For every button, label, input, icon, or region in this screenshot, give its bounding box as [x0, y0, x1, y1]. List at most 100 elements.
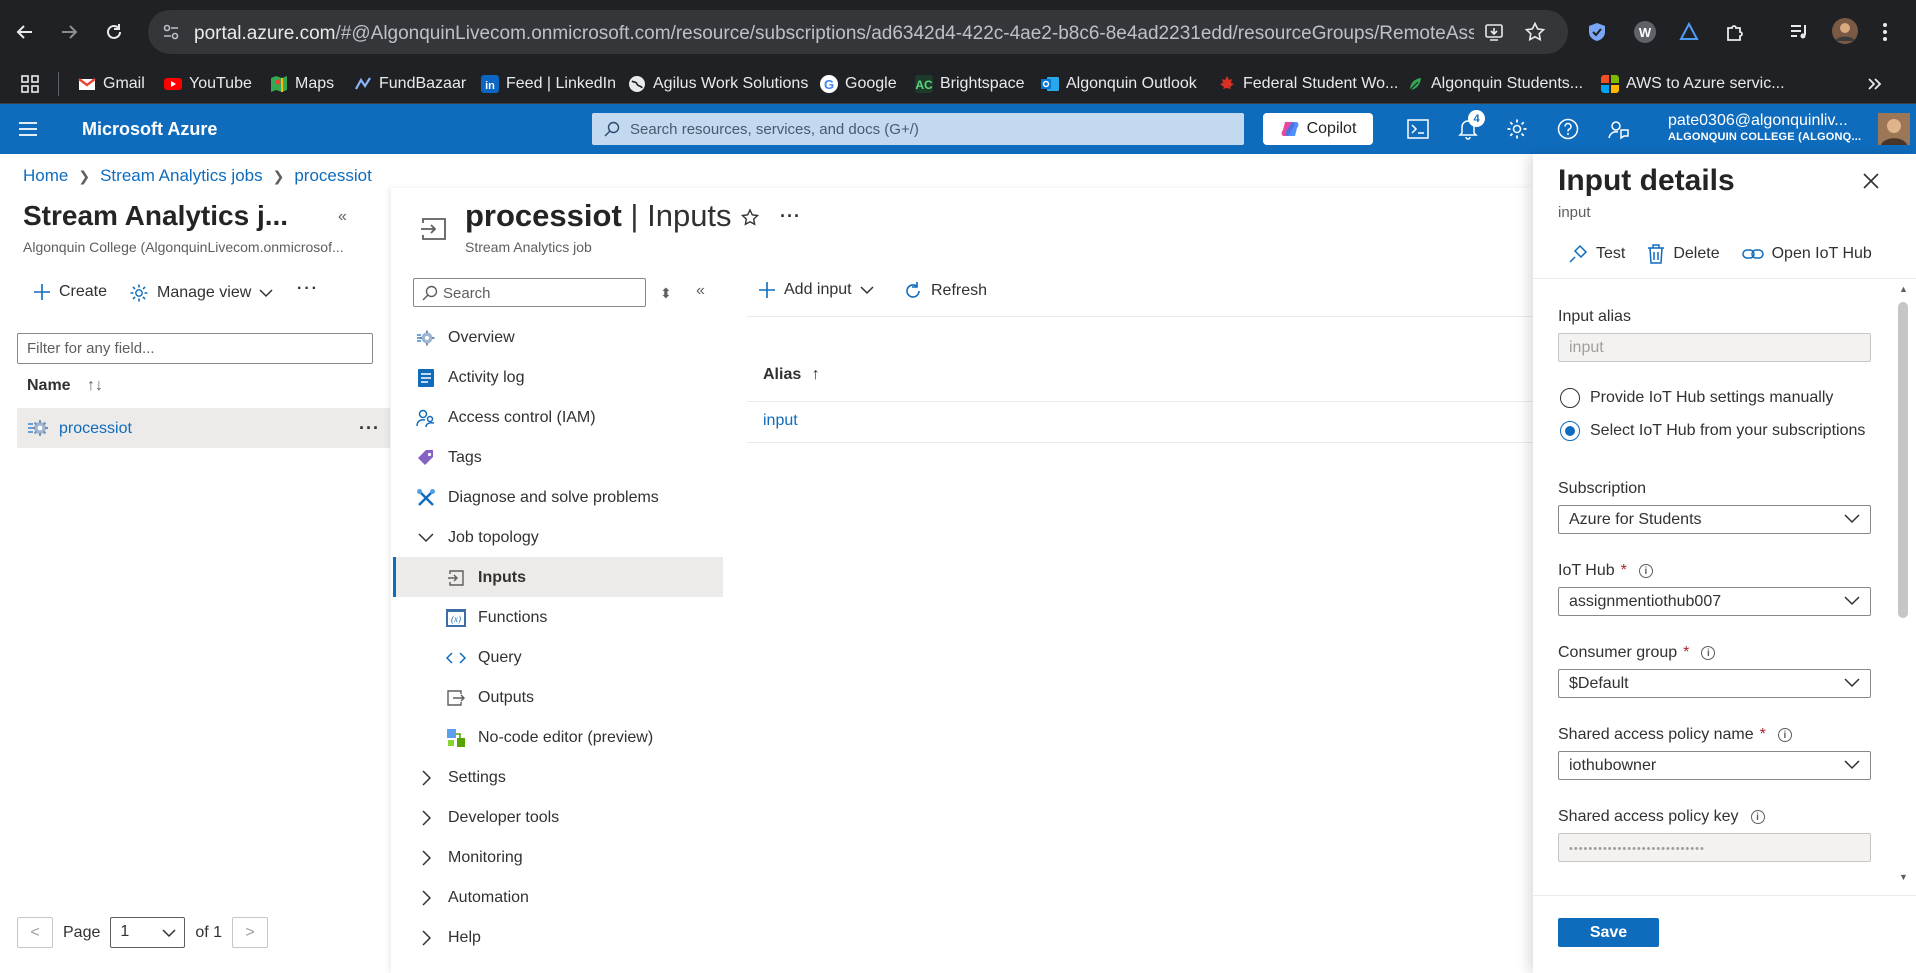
save-button[interactable]: Save	[1558, 918, 1659, 947]
forward-button[interactable]	[54, 17, 84, 47]
list-item-name[interactable]: processiot	[59, 420, 132, 438]
menu-item-no-code-editor[interactable]: No-code editor (preview)	[446, 718, 653, 758]
list-item[interactable]: processiot ···	[17, 408, 390, 448]
filter-input[interactable]: Filter for any field...	[17, 333, 373, 364]
radio-circle[interactable]	[1560, 388, 1580, 408]
copilot-button[interactable]: Copilot	[1263, 113, 1373, 145]
scroll-up-icon[interactable]: ▲	[1899, 284, 1908, 294]
scroll-down-icon[interactable]: ▼	[1899, 872, 1908, 882]
scrollbar-thumb[interactable]	[1898, 302, 1908, 618]
settings-gear-icon[interactable]	[1504, 116, 1530, 142]
reload-button[interactable]	[99, 17, 129, 47]
close-icon[interactable]	[1862, 172, 1880, 190]
bookmark-linkedin[interactable]: in Feed | LinkedIn	[481, 73, 616, 95]
bookmark-brightspace[interactable]: AC Brightspace	[915, 73, 1025, 95]
global-search-input[interactable]: Search resources, services, and docs (G+…	[592, 113, 1244, 145]
menu-group-automation[interactable]: Automation	[416, 878, 529, 918]
chrome-menu-icon[interactable]	[1872, 19, 1898, 45]
bookmark-aws-azure[interactable]: AWS to Azure servic...	[1601, 73, 1785, 95]
breadcrumb-processiot[interactable]: processiot	[294, 166, 371, 186]
bookmark-maps[interactable]: Maps	[270, 73, 334, 95]
info-icon[interactable]: i	[1638, 564, 1653, 578]
menu-group-job-topology[interactable]: Job topology	[416, 518, 539, 558]
consumer-group-dropdown[interactable]: $Default	[1558, 669, 1871, 698]
bookmark-gmail[interactable]: Gmail	[78, 73, 145, 95]
extension-azure-icon[interactable]	[1676, 19, 1702, 45]
address-bar[interactable]: portal.azure.com/#@AlgonquinLivecom.onmi…	[148, 10, 1568, 54]
menu-search-input[interactable]: Search	[413, 278, 646, 307]
collapse-menu-icon[interactable]: «	[696, 282, 705, 300]
info-icon[interactable]: i	[1701, 646, 1716, 660]
collapse-list-icon[interactable]: «	[338, 208, 347, 226]
info-icon[interactable]: i	[1750, 810, 1765, 824]
bookmark-federal-student[interactable]: Federal Student Wo...	[1218, 73, 1398, 95]
menu-item-outputs[interactable]: Outputs	[446, 678, 534, 718]
site-settings-icon[interactable]	[162, 23, 180, 41]
cloud-shell-icon[interactable]	[1405, 116, 1431, 142]
next-page-button[interactable]: >	[232, 917, 269, 948]
create-button[interactable]: Create	[33, 283, 107, 301]
test-button[interactable]: Test	[1568, 244, 1625, 264]
bookmark-youtube[interactable]: YouTube	[164, 73, 252, 95]
account-info[interactable]: pate0306@algonquinliv... ALGONQUIN COLLE…	[1668, 112, 1861, 143]
apps-grid-icon[interactable]	[20, 74, 40, 94]
menu-group-settings[interactable]: Settings	[416, 758, 506, 798]
menu-item-activity-log[interactable]: Activity log	[416, 358, 524, 398]
menu-item-access-control[interactable]: Access control (IAM)	[416, 398, 596, 438]
menu-item-query[interactable]: Query	[446, 638, 522, 678]
account-avatar[interactable]	[1878, 113, 1910, 145]
table-row[interactable]: input	[763, 412, 798, 430]
manage-view-button[interactable]: Manage view	[129, 283, 273, 303]
brand-title[interactable]: Microsoft Azure	[82, 119, 217, 140]
extension-w-icon[interactable]: W	[1632, 19, 1658, 45]
menu-expand-icon[interactable]: ⬍	[660, 285, 672, 302]
menu-item-overview[interactable]: Overview	[416, 318, 515, 358]
menu-group-monitoring[interactable]: Monitoring	[416, 838, 523, 878]
media-control-icon[interactable]	[1786, 19, 1812, 45]
info-icon[interactable]: i	[1777, 728, 1792, 742]
page-select[interactable]: 1	[110, 917, 186, 948]
menu-item-tags[interactable]: Tags	[416, 438, 482, 478]
profile-avatar[interactable]	[1832, 18, 1858, 44]
bookmark-fundbazaar[interactable]: FundBazaar	[354, 73, 466, 95]
breadcrumb-stream-analytics-jobs[interactable]: Stream Analytics jobs	[100, 166, 263, 186]
more-commands-icon[interactable]: ···	[297, 280, 319, 298]
name-column-header[interactable]: Name ↑↓	[27, 377, 103, 395]
subscription-dropdown[interactable]: Azure for Students	[1558, 505, 1871, 534]
bookmark-outlook[interactable]: Algonquin Outlook	[1041, 73, 1197, 95]
more-bookmarks-icon[interactable]	[1866, 76, 1882, 92]
menu-item-functions[interactable]: (x) Functions	[446, 598, 547, 638]
radio-circle-selected[interactable]	[1560, 421, 1580, 441]
maps-icon	[271, 76, 287, 92]
extension-shield-icon[interactable]	[1584, 19, 1610, 45]
favorite-star-icon[interactable]	[740, 208, 760, 228]
radio-select-from-subscription[interactable]: Select IoT Hub from your subscriptions	[1560, 421, 1865, 441]
alias-column-header[interactable]: Alias ↑	[763, 366, 820, 384]
extensions-puzzle-icon[interactable]	[1722, 19, 1748, 45]
menu-item-diagnose[interactable]: Diagnose and solve problems	[416, 478, 659, 518]
radio-manual-settings[interactable]: Provide IoT Hub settings manually	[1560, 388, 1833, 408]
previous-page-button[interactable]: <	[17, 917, 53, 948]
help-icon[interactable]	[1555, 116, 1581, 142]
bookmark-algonquin-students[interactable]: Algonquin Students...	[1406, 73, 1583, 95]
menu-group-help[interactable]: Help	[416, 918, 481, 958]
refresh-button[interactable]: Refresh	[903, 281, 987, 301]
bookmark-google[interactable]: G Google	[820, 73, 897, 95]
iot-hub-dropdown[interactable]: assignmentiothub007	[1558, 587, 1871, 616]
menu-group-developer-tools[interactable]: Developer tools	[416, 798, 559, 838]
bookmark-agilus[interactable]: Agilus Work Solutions	[628, 73, 808, 95]
open-iot-hub-button[interactable]: Open IoT Hub	[1741, 244, 1872, 264]
blade-more-icon[interactable]: ···	[780, 206, 801, 227]
delete-button[interactable]: Delete	[1647, 244, 1720, 264]
row-more-icon[interactable]: ···	[359, 418, 380, 439]
bookmark-star-icon[interactable]	[1524, 21, 1546, 43]
panel-scrollbar[interactable]: ▲ ▼	[1898, 282, 1908, 888]
policy-name-dropdown[interactable]: iothubowner	[1558, 751, 1871, 780]
feedback-icon[interactable]	[1605, 116, 1631, 142]
add-input-button[interactable]: Add input	[758, 281, 874, 299]
portal-menu-icon[interactable]	[18, 120, 38, 138]
menu-item-inputs[interactable]: Inputs	[446, 558, 526, 598]
breadcrumb-home[interactable]: Home	[23, 166, 68, 186]
back-button[interactable]	[10, 17, 40, 47]
install-app-icon[interactable]	[1484, 22, 1504, 42]
